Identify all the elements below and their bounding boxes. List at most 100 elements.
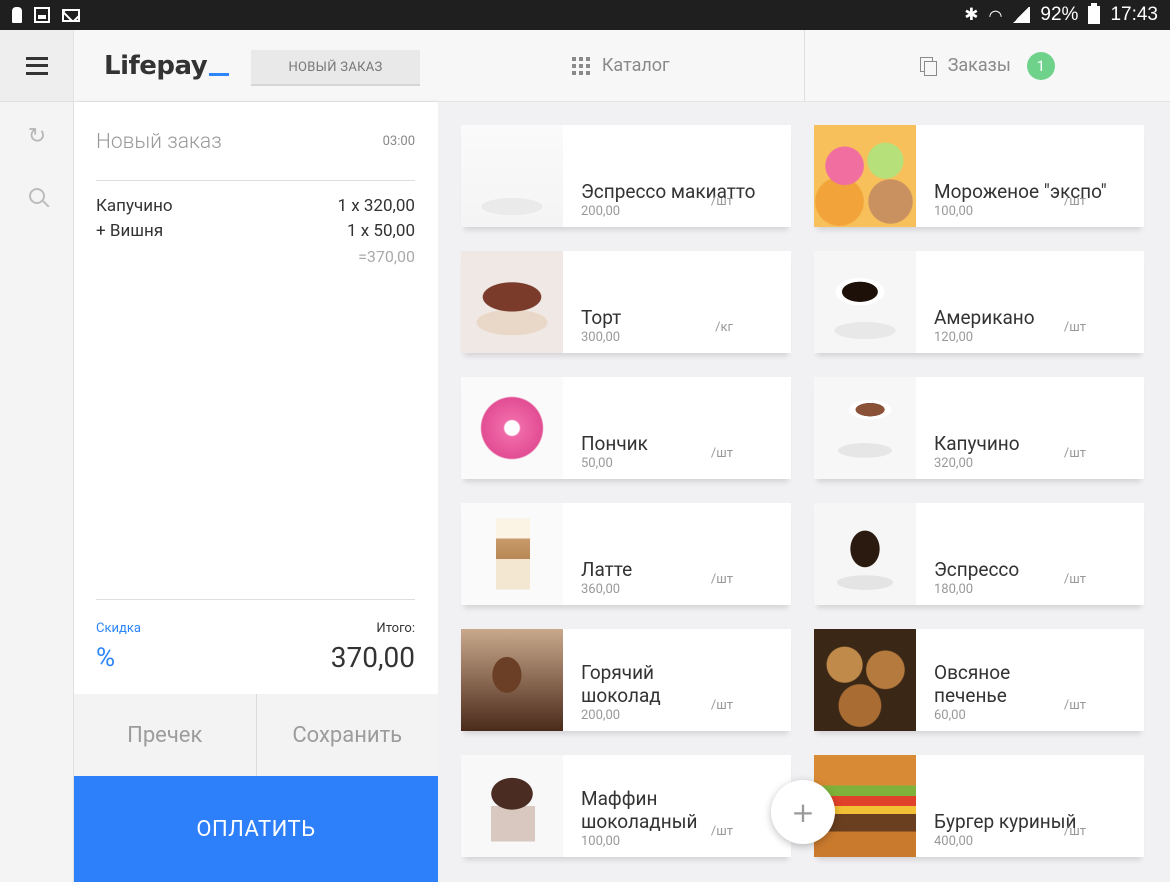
product-card[interactable]: Бургер куриный 400,00 /шт	[814, 755, 1144, 857]
order-line-item[interactable]: + Вишня 1 x 50,00	[96, 221, 415, 241]
product-unit: /шт	[1063, 824, 1086, 839]
product-image	[814, 377, 916, 479]
hamburger-icon	[25, 56, 48, 75]
clock: 17:43	[1110, 4, 1158, 25]
product-card[interactable]: Американо 120,00 /шт	[814, 251, 1144, 353]
order-title-row: Новый заказ 03:00	[96, 130, 415, 154]
precheck-button[interactable]: Пречек	[74, 694, 256, 776]
order-panel: Новый заказ 03:00 Капучино 1 x 320,00 + …	[74, 102, 438, 882]
add-product-button[interactable]: +	[771, 780, 835, 844]
product-image	[461, 251, 563, 353]
logo: Lifepay	[104, 51, 230, 81]
refresh-icon: ↻	[27, 123, 47, 149]
left-rail: ↻	[0, 30, 74, 882]
product-price: 300,00	[581, 330, 621, 345]
order-item-subtotal: =370,00	[358, 247, 415, 266]
search-button[interactable]	[0, 166, 74, 226]
product-price: 180,00	[934, 582, 974, 597]
gallery-icon	[34, 7, 50, 23]
grid-icon	[571, 56, 590, 75]
product-info: Капучино 320,00 /шт	[916, 377, 1144, 479]
product-info: Торт 300,00 /кг	[563, 251, 791, 353]
order-item-qty-price: 1 x 320,00	[337, 196, 415, 216]
product-name: Торт	[581, 306, 622, 329]
tab-catalog[interactable]: Каталог	[438, 30, 804, 101]
product-image	[814, 503, 916, 605]
product-name: Эспрессо макиатто	[581, 180, 756, 203]
product-price: 100,00	[934, 204, 974, 219]
tab-orders[interactable]: Заказы 1	[803, 30, 1170, 101]
product-unit: /шт	[710, 446, 733, 461]
product-card[interactable]: Латте 360,00 /шт	[461, 503, 791, 605]
product-card[interactable]: Эспрессо макиатто 200,00 /шт	[461, 125, 791, 227]
pay-button[interactable]: ОПЛАТИТЬ	[74, 776, 438, 882]
battery-icon	[1088, 3, 1101, 24]
product-info: Латте 360,00 /шт	[563, 503, 791, 605]
product-unit: /шт	[1063, 194, 1086, 209]
product-name: Овсяное печенье	[934, 661, 1011, 707]
product-info: Эспрессо макиатто 200,00 /шт	[563, 125, 791, 227]
product-info: Американо 120,00 /шт	[916, 251, 1144, 353]
product-price: 50,00	[581, 456, 613, 471]
menu-button[interactable]	[0, 30, 73, 102]
order-line-item[interactable]: Капучино 1 x 320,00	[96, 196, 415, 216]
product-unit: /шт	[1063, 698, 1086, 713]
product-name: Латте	[581, 558, 633, 581]
catalog-grid: Эспрессо макиатто 200,00 /шт Мороженое "…	[438, 102, 1170, 882]
signal-icon	[1012, 7, 1031, 23]
product-card[interactable]: Маффин шоколадный 100,00 /шт	[461, 755, 791, 857]
product-name: Пончик	[581, 432, 648, 455]
product-card[interactable]: Эспрессо 180,00 /шт	[814, 503, 1144, 605]
product-name: Горячий шоколад	[581, 661, 661, 707]
divider	[96, 599, 415, 600]
product-card[interactable]: Пончик 50,00 /шт	[461, 377, 791, 479]
plus-icon: +	[791, 795, 815, 829]
product-price: 400,00	[934, 834, 974, 849]
divider	[96, 180, 415, 181]
product-unit: /шт	[710, 572, 733, 587]
product-card[interactable]: Мороженое "экспо" 100,00 /шт	[814, 125, 1144, 227]
refresh-button[interactable]: ↻	[0, 106, 74, 166]
product-image	[461, 377, 563, 479]
product-name: Капучино	[934, 432, 1020, 455]
order-time: 03:00	[382, 134, 415, 149]
product-card[interactable]: Овсяное печенье 60,00 /шт	[814, 629, 1144, 731]
discount-button[interactable]: %	[96, 643, 115, 673]
order-item-qty-price: 1 x 50,00	[347, 221, 415, 241]
orders-count-badge: 1	[1026, 51, 1055, 80]
product-name: Бургер куриный	[934, 810, 1077, 833]
order-header: Lifepay НОВЫЙ ЗАКАЗ	[74, 30, 438, 102]
product-unit: /шт	[1063, 320, 1086, 335]
product-info: Горячий шоколад 200,00 /шт	[563, 629, 791, 731]
product-price: 320,00	[934, 456, 974, 471]
status-bar-system: ✱ ◠ 92% 17:43	[964, 3, 1158, 26]
product-info: Маффин шоколадный 100,00 /шт	[563, 755, 791, 857]
discount-label[interactable]: Скидка	[96, 621, 141, 636]
tab-catalog-label: Каталог	[601, 55, 670, 76]
product-card[interactable]: Горячий шоколад 200,00 /шт	[461, 629, 791, 731]
product-price: 100,00	[581, 834, 621, 849]
product-price: 200,00	[581, 708, 621, 723]
product-image	[814, 629, 916, 731]
product-price: 360,00	[581, 582, 621, 597]
tab-orders-label: Заказы	[947, 55, 1011, 76]
wifi-icon: ◠	[988, 5, 1003, 25]
product-image	[461, 629, 563, 731]
product-unit: /кг	[715, 320, 733, 335]
order-actions: Пречек Сохранить	[74, 694, 438, 776]
new-order-button[interactable]: НОВЫЙ ЗАКАЗ	[251, 50, 420, 86]
order-item-name: Капучино	[96, 196, 173, 216]
product-info: Бургер куриный 400,00 /шт	[916, 755, 1144, 857]
product-info: Мороженое "экспо" 100,00 /шт	[916, 125, 1144, 227]
product-image	[461, 503, 563, 605]
product-name: Мороженое "экспо"	[934, 180, 1107, 203]
product-card[interactable]: Капучино 320,00 /шт	[814, 377, 1144, 479]
save-button[interactable]: Сохранить	[257, 694, 439, 776]
total-value: 370,00	[330, 641, 415, 674]
copy-icon	[919, 56, 937, 76]
product-name: Американо	[934, 306, 1035, 329]
product-card[interactable]: Торт 300,00 /кг	[461, 251, 791, 353]
product-unit: /шт	[1063, 572, 1086, 587]
product-image	[814, 251, 916, 353]
product-name: Эспрессо	[934, 558, 1020, 581]
